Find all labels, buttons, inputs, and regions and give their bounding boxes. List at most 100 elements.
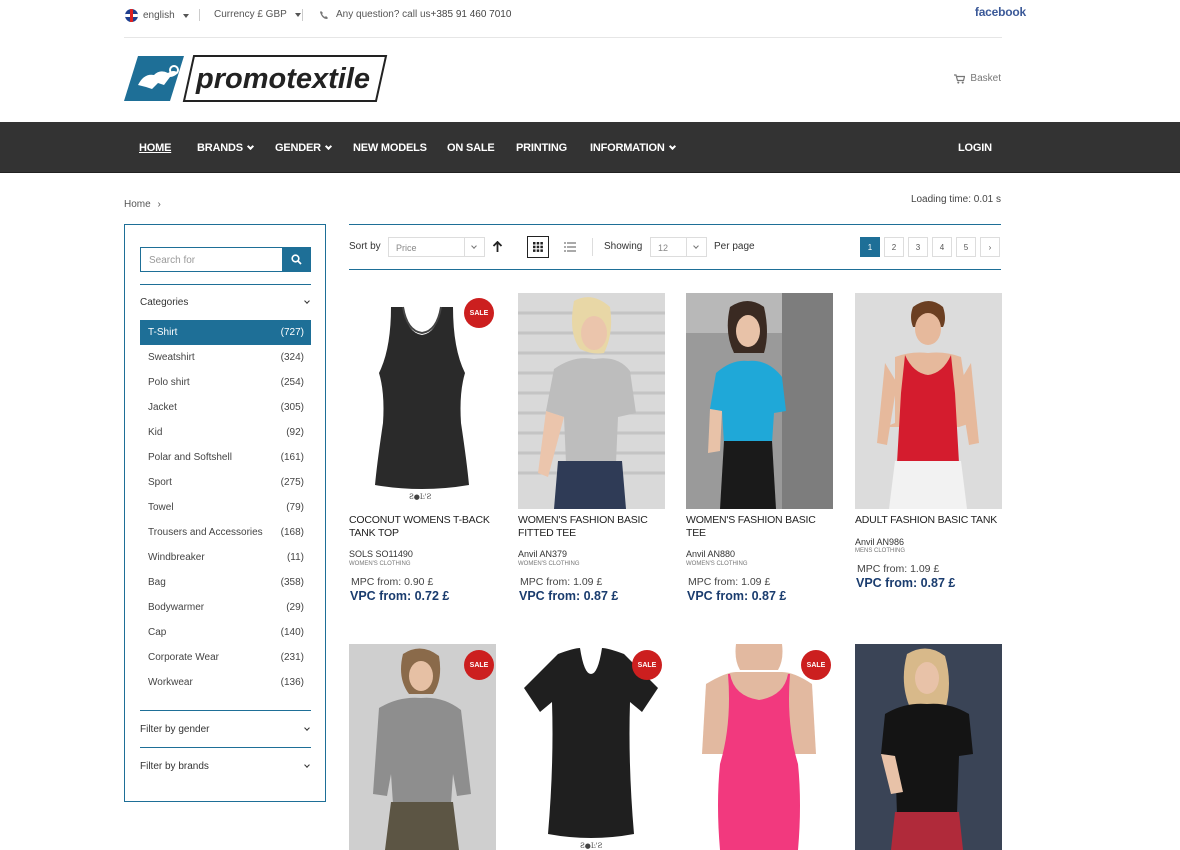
- nav-gender[interactable]: GENDER: [275, 142, 332, 154]
- per-page-value: 12: [658, 243, 669, 253]
- category-item[interactable]: Jacket (305): [140, 395, 311, 420]
- filter-brands-header[interactable]: Filter by brands: [140, 761, 311, 772]
- product-vpc-price: VPC from: 0.87 £: [519, 589, 619, 603]
- category-count: (168): [280, 527, 304, 538]
- nav-information[interactable]: INFORMATION: [590, 142, 676, 154]
- sort-ascending-arrow-icon[interactable]: [492, 241, 503, 253]
- nav-home[interactable]: HOME: [139, 142, 171, 154]
- category-label: Polo shirt: [148, 377, 190, 388]
- chevron-down-icon: [304, 298, 310, 304]
- product-sku: Anvil AN880: [686, 549, 736, 559]
- nav-new-models[interactable]: NEW MODELS: [353, 142, 427, 154]
- category-item[interactable]: Bag (358): [140, 570, 311, 595]
- main-nav: HOME BRANDS GENDER NEW MODELS ON SALE PR…: [0, 122, 1180, 173]
- product-vpc-price: VPC from: 0.72 £: [350, 589, 450, 603]
- product-title[interactable]: WOMEN'S FASHION BASIC FITTED TEE: [518, 514, 668, 540]
- product-sku: Anvil AN986: [855, 537, 905, 547]
- sale-badge: SALE: [632, 650, 662, 680]
- category-label: Bodywarmer: [148, 602, 205, 613]
- sidebar-filters: Search for Categories T-Shirt (727) Sweats…: [124, 224, 326, 802]
- category-count: (305): [280, 402, 304, 413]
- page-5-button[interactable]: 5: [956, 237, 976, 257]
- next-page-button[interactable]: ›: [980, 237, 1000, 257]
- nav-printing[interactable]: PRINTING: [516, 142, 567, 154]
- product-image[interactable]: [855, 644, 1002, 850]
- currency-label: Currency £ GBP: [214, 9, 287, 20]
- search-placeholder: Search for: [149, 255, 196, 266]
- category-item[interactable]: Trousers and Accessories (168): [140, 520, 311, 545]
- brand-mark: Ƨ●Ŀ'Ƨ: [409, 493, 431, 501]
- search-input[interactable]: Search for: [140, 247, 311, 272]
- category-item[interactable]: Corporate Wear (231): [140, 645, 311, 670]
- sale-badge: SALE: [464, 650, 494, 680]
- uk-flag-icon: [125, 9, 138, 22]
- nav-information-label: INFORMATION: [590, 142, 665, 154]
- page-1-button[interactable]: 1: [860, 237, 880, 257]
- categories-title: Categories: [140, 297, 189, 308]
- product-title[interactable]: ADULT FASHION BASIC TANK: [855, 514, 1005, 527]
- language-selector[interactable]: english: [125, 9, 189, 22]
- category-item[interactable]: Bodywarmer (29): [140, 595, 311, 620]
- top-bar: english Currency £ GBP Any question? cal…: [124, 0, 1002, 38]
- page-4-button[interactable]: 4: [932, 237, 952, 257]
- product-image[interactable]: [855, 293, 1002, 509]
- per-page-select[interactable]: 12: [650, 237, 707, 257]
- language-label: english: [143, 10, 175, 21]
- divider: [199, 9, 200, 21]
- category-count: (727): [280, 327, 304, 338]
- site-logo[interactable]: promotextile: [124, 55, 388, 103]
- currency-selector[interactable]: Currency £ GBP: [214, 9, 301, 20]
- breadcrumb-home[interactable]: Home: [124, 199, 151, 210]
- phone-icon: [320, 10, 328, 19]
- chevron-down-icon: [324, 142, 332, 151]
- nav-brands[interactable]: BRANDS: [197, 142, 254, 154]
- sort-by-label: Sort by: [349, 241, 381, 252]
- category-item[interactable]: Towel (79): [140, 495, 311, 520]
- category-label: Corporate Wear: [148, 652, 219, 663]
- product-title[interactable]: COCONUT WOMENS T-BACK TANK TOP: [349, 514, 499, 540]
- category-count: (358): [280, 577, 304, 588]
- category-label: Sport: [148, 477, 172, 488]
- category-item[interactable]: Workwear (136): [140, 670, 311, 695]
- filter-gender-header[interactable]: Filter by gender: [140, 724, 311, 735]
- category-label: Polar and Softshell: [148, 452, 232, 463]
- question-text: Any question? call us: [336, 9, 431, 20]
- category-label: Kid: [148, 427, 163, 438]
- category-count: (161): [280, 452, 304, 463]
- nav-login[interactable]: LOGIN: [958, 142, 992, 154]
- divider: [464, 238, 465, 256]
- product-sku: Anvil AN379: [518, 549, 568, 559]
- nav-on-sale[interactable]: ON SALE: [447, 142, 495, 154]
- facebook-link[interactable]: facebook: [975, 5, 1026, 19]
- product-title[interactable]: WOMEN'S FASHION BASIC TEE: [686, 514, 836, 540]
- logo-wordmark: promotextile: [195, 63, 370, 95]
- grid-view-button[interactable]: [527, 236, 549, 258]
- divider: [686, 238, 687, 256]
- product-image[interactable]: [686, 293, 833, 509]
- page-3-button[interactable]: 3: [908, 237, 928, 257]
- category-label: T-Shirt: [148, 327, 178, 338]
- filter-gender-label: Filter by gender: [140, 724, 210, 735]
- basket-link[interactable]: Basket: [954, 73, 1001, 84]
- sort-select[interactable]: Price: [388, 237, 485, 257]
- category-item[interactable]: Polar and Softshell (161): [140, 445, 311, 470]
- category-item[interactable]: Sweatshirt (324): [140, 345, 311, 370]
- category-item[interactable]: Kid (92): [140, 420, 311, 445]
- search-button[interactable]: [282, 247, 311, 272]
- page-2-button[interactable]: 2: [884, 237, 904, 257]
- categories-header[interactable]: Categories: [140, 297, 311, 308]
- category-label: Cap: [148, 627, 167, 638]
- product-image[interactable]: [518, 293, 665, 509]
- list-view-button[interactable]: [560, 237, 580, 257]
- breadcrumb-separator: ›: [157, 199, 161, 210]
- phone-number[interactable]: +385 91 460 7010: [431, 9, 512, 20]
- category-item[interactable]: Sport (275): [140, 470, 311, 495]
- divider: [140, 284, 311, 285]
- toolbar-bottom-border: [349, 269, 1001, 270]
- list-icon: [564, 242, 576, 252]
- category-item[interactable]: Polo shirt (254): [140, 370, 311, 395]
- category-item[interactable]: Windbreaker (11): [140, 545, 311, 570]
- category-item[interactable]: Cap (140): [140, 620, 311, 645]
- nav-gender-label: GENDER: [275, 142, 321, 154]
- category-item[interactable]: T-Shirt (727): [140, 320, 311, 345]
